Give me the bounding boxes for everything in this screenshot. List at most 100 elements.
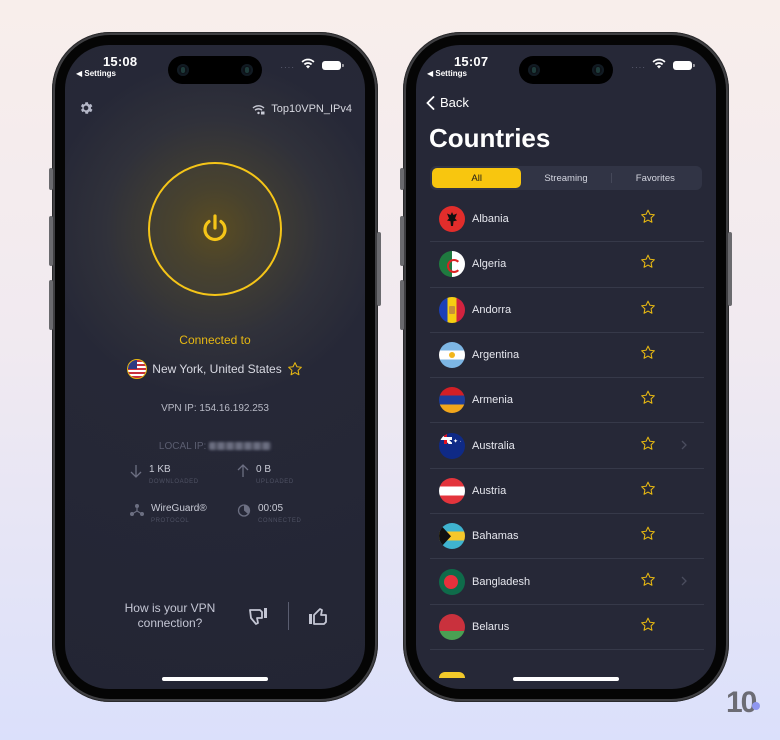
- home-indicator[interactable]: [513, 677, 619, 681]
- star-outline-icon[interactable]: [640, 571, 656, 587]
- country-filter-tabs: All Streaming Favorites: [430, 166, 702, 190]
- star-outline-icon[interactable]: [287, 361, 303, 377]
- bahamas-flag-icon: [439, 523, 465, 550]
- brand-logo-dot: [752, 702, 760, 710]
- star-outline-icon[interactable]: [640, 299, 656, 315]
- timer-icon: [237, 504, 251, 517]
- stat-label: DOWNLOADED: [149, 479, 199, 485]
- andorra-flag-icon: [439, 296, 465, 323]
- network-indicator[interactable]: Top10VPN_IPv4: [252, 103, 352, 115]
- favorite-toggle[interactable]: [640, 345, 656, 366]
- star-outline-icon[interactable]: [640, 254, 656, 270]
- favorite-toggle[interactable]: [640, 480, 656, 501]
- star-outline-icon[interactable]: [640, 526, 656, 542]
- chevron-right-icon: [681, 440, 687, 450]
- thumbs-up-icon[interactable]: [307, 606, 329, 626]
- star-outline-icon[interactable]: [640, 345, 656, 361]
- power-side-button: [728, 232, 732, 306]
- power-toggle-button[interactable]: [148, 162, 282, 296]
- favorite-toggle[interactable]: [640, 526, 656, 547]
- chevron-left-icon: [426, 95, 435, 110]
- favorite-toggle[interactable]: [640, 616, 656, 637]
- volume-down-button: [400, 280, 404, 330]
- status-time: 15:08: [103, 54, 138, 69]
- country-name: Albania: [472, 213, 509, 226]
- algeria-flag-icon: [439, 251, 465, 278]
- country-row-bangladesh[interactable]: Bangladesh: [430, 559, 704, 605]
- country-name: Algeria: [472, 258, 507, 271]
- star-outline-icon[interactable]: [640, 616, 656, 632]
- back-to-settings-link[interactable]: ◀ Settings: [76, 69, 116, 78]
- bangladesh-flag-icon: [439, 568, 465, 595]
- chevron-right-icon: [681, 576, 687, 585]
- star-outline-icon[interactable]: [640, 209, 656, 225]
- volume-up-button: [49, 216, 53, 266]
- gear-icon[interactable]: [78, 100, 94, 116]
- volume-up-button: [400, 216, 404, 266]
- connection-status-label: Connected to: [179, 333, 251, 347]
- country-row-algeria[interactable]: Algeria: [430, 242, 704, 288]
- country-name: Bangladesh: [472, 575, 531, 588]
- local-ip-label: LOCAL IP:: [158, 441, 207, 452]
- star-outline-icon[interactable]: [640, 390, 656, 406]
- local-ip-redacted: [209, 442, 272, 451]
- tab-all[interactable]: All: [432, 168, 522, 188]
- home-indicator[interactable]: [162, 677, 268, 681]
- favorite-toggle[interactable]: [640, 435, 656, 456]
- screen: 15:08 ◀ Settings ···· Top10VPN_IPv4 Conn…: [65, 45, 365, 689]
- volume-down-button: [49, 280, 53, 330]
- country-row-albania[interactable]: Albania: [430, 197, 704, 243]
- feedback-prompt: How is your VPN connection?: [110, 601, 365, 631]
- feedback-divider: [288, 602, 289, 630]
- stat-label: PROTOCOL: [151, 518, 190, 524]
- country-row-armenia[interactable]: Armenia: [430, 378, 704, 424]
- country-name: Bahamas: [472, 530, 519, 543]
- star-outline-icon[interactable]: [640, 480, 656, 496]
- status-time: 15:07: [454, 54, 489, 69]
- arrow-up-icon: [237, 464, 249, 477]
- screen: 15:07 ◀ Settings ···· Back Countries All…: [416, 45, 716, 689]
- dynamic-island: [168, 56, 262, 84]
- stat-label: CONNECTED: [258, 518, 302, 524]
- stat-value: WireGuard®: [151, 503, 207, 514]
- country-row-australia[interactable]: Australia: [430, 423, 704, 469]
- wifi-icon: [301, 58, 315, 69]
- stat-value: 0 B: [256, 464, 272, 475]
- star-outline-icon[interactable]: [640, 435, 656, 451]
- dynamic-island: [519, 56, 613, 84]
- armenia-flag-icon: [439, 387, 465, 414]
- thumbs-down-icon[interactable]: [248, 606, 270, 626]
- signal-dots: ····: [280, 63, 295, 72]
- expand-cities-chevron[interactable]: [681, 573, 687, 591]
- stat-value: 00:05: [258, 503, 284, 514]
- favorite-toggle[interactable]: [640, 390, 656, 411]
- back-label: Back: [440, 95, 469, 110]
- favorite-toggle[interactable]: [640, 571, 656, 592]
- favorite-toggle[interactable]: [640, 299, 656, 320]
- back-to-settings-link[interactable]: ◀ Settings: [427, 69, 467, 78]
- country-name: Australia: [472, 439, 515, 452]
- page-title: Countries: [429, 123, 551, 153]
- country-row-bahamas[interactable]: Bahamas: [430, 514, 704, 560]
- argentina-flag-icon: [439, 342, 465, 369]
- country-row-belarus[interactable]: Belarus: [430, 605, 704, 650]
- australia-flag-icon: [439, 432, 465, 459]
- current-location[interactable]: New York, United States: [65, 359, 365, 379]
- local-ip-row: LOCAL IP:: [65, 441, 365, 452]
- tab-streaming[interactable]: Streaming: [521, 168, 610, 188]
- country-name: Argentina: [472, 349, 520, 362]
- expand-cities-chevron[interactable]: [681, 437, 687, 455]
- country-name: Andorra: [472, 303, 512, 316]
- stat-value: 1 KB: [149, 464, 171, 475]
- favorite-toggle[interactable]: [640, 254, 656, 275]
- belarus-flag-icon: [439, 613, 465, 640]
- country-row-austria[interactable]: Austria: [430, 469, 704, 515]
- country-name: Belarus: [472, 620, 510, 633]
- vpn-ip-address: VPN IP: 154.16.192.253: [161, 403, 269, 414]
- country-row-argentina[interactable]: Argentina: [430, 333, 704, 379]
- favorite-toggle[interactable]: [640, 209, 656, 230]
- phone-connection-screen: 15:08 ◀ Settings ···· Top10VPN_IPv4 Conn…: [49, 32, 381, 702]
- back-button[interactable]: Back: [426, 95, 469, 110]
- tab-favorites[interactable]: Favorites: [610, 168, 700, 188]
- country-row-andorra[interactable]: Andorra: [430, 288, 704, 333]
